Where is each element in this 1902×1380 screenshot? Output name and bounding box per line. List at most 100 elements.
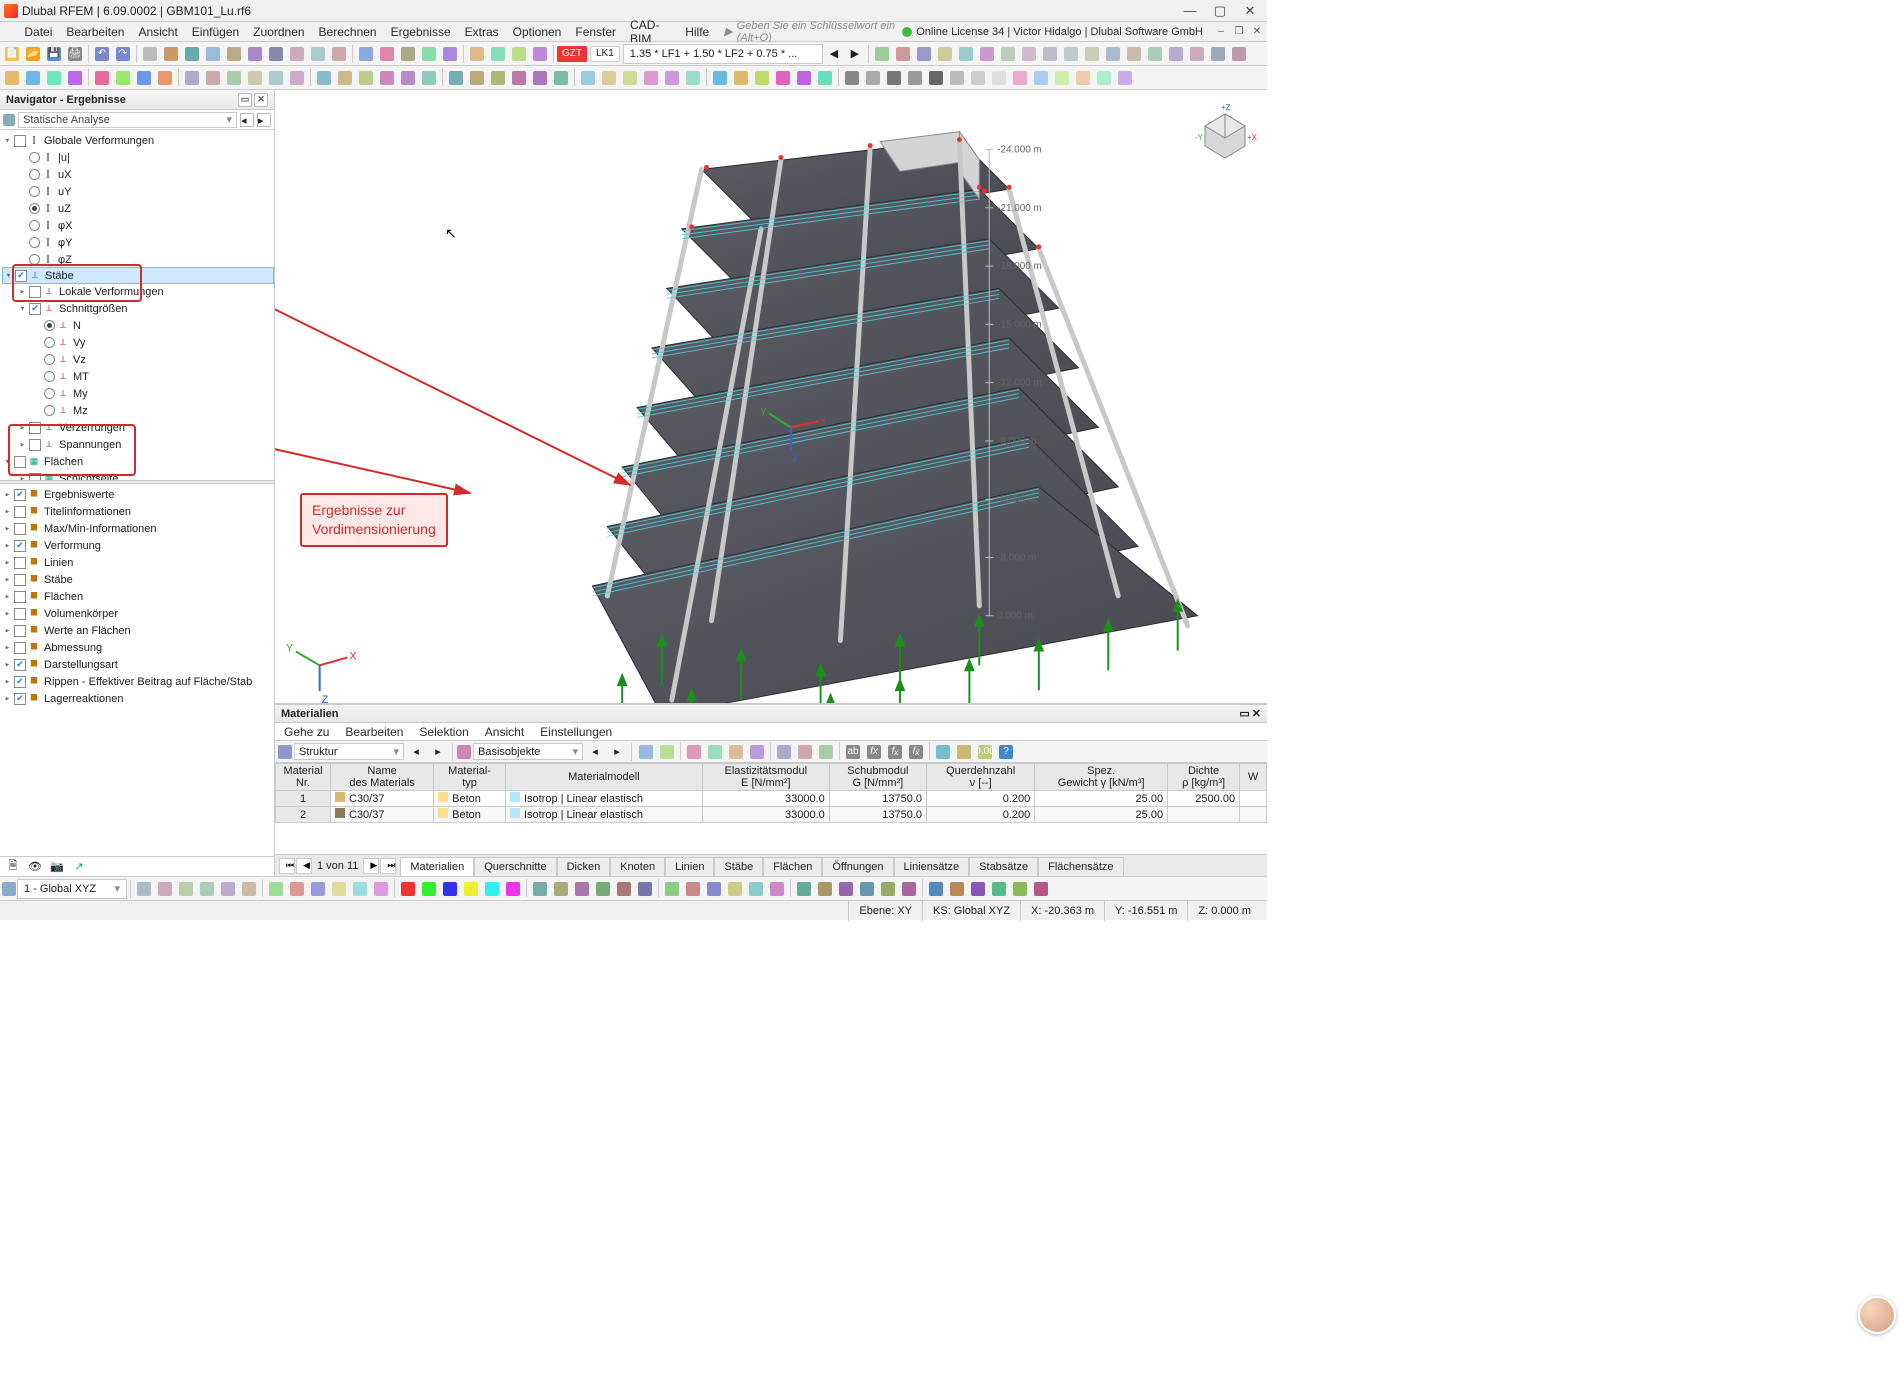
tool2-generic[interactable] [683, 68, 703, 88]
mat-menu-1[interactable]: Gehe zu [281, 725, 332, 739]
tool-generic[interactable] [1103, 44, 1123, 64]
tree-lower[interactable]: Abmessung [42, 642, 102, 654]
tree-lower[interactable]: Linien [42, 557, 73, 569]
mat-tool[interactable] [657, 742, 677, 762]
tree-lower[interactable]: Darstellungsart [42, 659, 118, 671]
btool[interactable] [857, 879, 877, 899]
tree-lower[interactable]: Max/Min-Informationen [42, 523, 157, 535]
tool2-generic[interactable] [377, 68, 397, 88]
navigator-analysis-dropdown[interactable]: Statische Analyse▾ ◂ ▸ [0, 110, 274, 130]
tab-next[interactable]: ▶ [363, 858, 379, 874]
tree-lower[interactable]: Flächen [42, 591, 83, 603]
tool2-generic[interactable] [1073, 68, 1093, 88]
mat-tool[interactable] [774, 742, 794, 762]
btool[interactable] [926, 879, 946, 899]
tool-generic[interactable] [935, 44, 955, 64]
tool-generic[interactable] [182, 44, 202, 64]
menu-extras[interactable]: Extras [458, 22, 506, 41]
tool2-generic[interactable] [266, 68, 286, 88]
navigator-float-icon[interactable]: ▭ [238, 93, 252, 107]
tool2-generic[interactable] [488, 68, 508, 88]
tool-generic[interactable] [956, 44, 976, 64]
btool[interactable] [635, 879, 655, 899]
tool-generic[interactable] [488, 44, 508, 64]
struct-prev[interactable]: ◂ [406, 742, 426, 762]
radio[interactable] [29, 169, 40, 180]
tool2-generic[interactable] [23, 68, 43, 88]
tab-stabsätze[interactable]: Stabsätze [969, 857, 1038, 876]
radio[interactable] [44, 354, 55, 365]
tool2-generic[interactable] [398, 68, 418, 88]
navigator-tree-lower[interactable]: ▸✔⯀Ergebniswerte▸⯀Titelinformationen▸⯀Ma… [0, 484, 274, 856]
btool[interactable] [440, 879, 460, 899]
btool[interactable] [767, 879, 787, 899]
mdi-min[interactable]: – [1213, 25, 1229, 39]
tool-undo[interactable]: ↶ [92, 44, 112, 64]
mdi-restore[interactable]: ❐ [1231, 25, 1247, 39]
basis-prev[interactable]: ◂ [585, 742, 605, 762]
mat-tool[interactable] [816, 742, 836, 762]
menu-einfuegen[interactable]: Einfügen [185, 22, 246, 41]
mat-tool[interactable]: ab [843, 742, 863, 762]
tool2-generic[interactable] [620, 68, 640, 88]
tree-lower[interactable]: Verformung [42, 540, 101, 552]
tool-generic[interactable] [329, 44, 349, 64]
btool[interactable] [551, 879, 571, 899]
tree-schnittgroessen[interactable]: Schnittgrößen [57, 303, 127, 315]
navigator-tree-upper[interactable]: ▾⫿ Globale Verformungen ⫿|u|⫿uX⫿uY⫿uZ⫿φX… [0, 130, 274, 480]
nav-cam-icon[interactable]: 📷 [48, 859, 66, 875]
tool2-generic[interactable] [926, 68, 946, 88]
tool2-generic[interactable] [92, 68, 112, 88]
btool[interactable] [287, 879, 307, 899]
tool2-generic[interactable] [1010, 68, 1030, 88]
tool2-generic[interactable] [134, 68, 154, 88]
btool[interactable] [530, 879, 550, 899]
tool-generic[interactable] [893, 44, 913, 64]
radio[interactable] [29, 203, 40, 214]
btool[interactable] [989, 879, 1009, 899]
struct-next[interactable]: ▸ [428, 742, 448, 762]
tool2-generic[interactable] [1094, 68, 1114, 88]
btool[interactable] [593, 879, 613, 899]
tool-generic[interactable] [440, 44, 460, 64]
tree-lower[interactable]: Titelinformationen [42, 506, 131, 518]
tab-prev[interactable]: ◀ [296, 858, 312, 874]
col-head[interactable]: ElastizitätsmodulE [N/mm²] [702, 764, 829, 791]
tab-liniensätze[interactable]: Liniensätze [894, 857, 970, 876]
basis-dropdown[interactable]: Basisobjekte▾ [473, 743, 583, 760]
col-head[interactable]: W [1240, 764, 1267, 791]
radio[interactable] [44, 405, 55, 416]
col-head[interactable]: Dichteρ [kg/m³] [1168, 764, 1240, 791]
btool[interactable] [419, 879, 439, 899]
tree-lower[interactable]: Ergebniswerte [42, 489, 114, 501]
tree-gv-φX[interactable]: φX [56, 220, 72, 232]
menu-zuordnen[interactable]: Zuordnen [246, 22, 311, 41]
tool-generic[interactable] [530, 44, 550, 64]
tool2-generic[interactable] [335, 68, 355, 88]
tool-open[interactable]: 📂 [23, 44, 43, 64]
tool-generic[interactable] [1061, 44, 1081, 64]
tool2-generic[interactable] [863, 68, 883, 88]
menu-datei[interactable]: Datei [17, 22, 59, 41]
tool2-generic[interactable] [356, 68, 376, 88]
tool2-generic[interactable] [884, 68, 904, 88]
tab-first[interactable]: ⏮ [279, 858, 295, 874]
tree-sg-Vy[interactable]: Vy [71, 337, 85, 349]
tool-generic[interactable] [161, 44, 181, 64]
tree-lower[interactable]: Rippen - Effektiver Beitrag auf Fläche/S… [42, 676, 252, 688]
menu-ansicht[interactable]: Ansicht [131, 22, 184, 41]
mat-tool[interactable] [726, 742, 746, 762]
tool-generic[interactable] [308, 44, 328, 64]
tool2-generic[interactable] [314, 68, 334, 88]
tree-sg-Mz[interactable]: Mz [71, 405, 88, 417]
tool2-generic[interactable] [203, 68, 223, 88]
col-head[interactable]: Namedes Materials [331, 764, 434, 791]
btool[interactable] [350, 879, 370, 899]
loadcase-prev[interactable]: ◀ [824, 44, 844, 64]
btool[interactable] [746, 879, 766, 899]
nav-eye-icon[interactable]: 👁 [26, 859, 44, 875]
col-head[interactable]: Material-typ [434, 764, 506, 791]
tool2-generic[interactable] [530, 68, 550, 88]
btool[interactable] [878, 879, 898, 899]
mat-tool[interactable] [747, 742, 767, 762]
